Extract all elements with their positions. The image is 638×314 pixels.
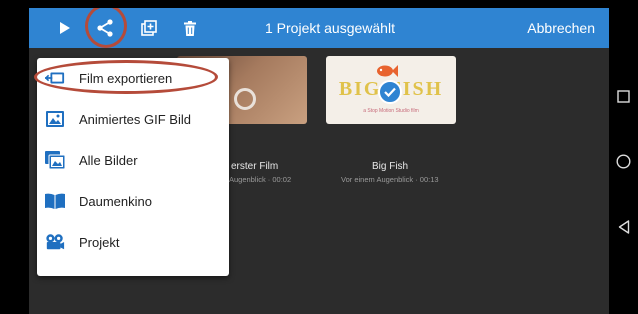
menu-item-film-export[interactable]: Film exportieren: [34, 58, 229, 98]
menu-item-animated-gif[interactable]: Animiertes GIF Bild: [37, 99, 229, 139]
selected-check-icon: [378, 80, 402, 104]
project-subtitle: Vor einem Augenblick · 00:13: [341, 175, 439, 184]
share-menu: Film exportieren Animiertes GIF Bild All…: [34, 58, 229, 276]
android-nav-bar: [609, 0, 638, 314]
selection-title: 1 Projekt ausgewählt: [265, 20, 395, 36]
top-action-bar: 1 Projekt ausgewählt Abbrechen: [29, 8, 609, 48]
thumb-caption: a Stop Motion Studio film: [363, 108, 419, 114]
back-icon[interactable]: [609, 215, 638, 239]
menu-item-label: Animiertes GIF Bild: [79, 111, 191, 127]
share-highlight-circle: [85, 8, 127, 48]
duplicate-icon[interactable]: [137, 8, 161, 48]
play-icon[interactable]: [53, 8, 77, 48]
project-subtitle: Augenblick · 00:02: [229, 175, 292, 184]
menu-item-flipbook[interactable]: Daumenkino: [37, 181, 229, 221]
menu-item-all-images[interactable]: Alle Bilder: [37, 140, 229, 180]
project-title: Big Fish: [372, 161, 409, 172]
trash-icon[interactable]: [178, 8, 202, 48]
recents-icon[interactable]: [609, 84, 638, 108]
menu-item-label: Projekt: [79, 234, 120, 250]
app-screen: 1 Projekt ausgewählt Abbrechen erster Fi…: [29, 8, 609, 314]
record-icon: [234, 88, 256, 110]
film-export-highlight-ellipse: [34, 60, 218, 94]
all-images-icon: [45, 150, 65, 170]
menu-item-label: Daumenkino: [79, 193, 152, 209]
project-camera-icon: [45, 232, 65, 252]
cancel-button[interactable]: Abbrechen: [527, 8, 595, 48]
project-thumbnail-big-fish[interactable]: BIG FISH a Stop Motion Studio film: [326, 56, 456, 124]
gif-image-icon: [45, 109, 65, 129]
flipbook-icon: [45, 191, 65, 211]
project-title: erster Film: [231, 161, 279, 172]
menu-item-project[interactable]: Projekt: [37, 222, 229, 262]
menu-item-label: Alle Bilder: [79, 152, 138, 168]
home-icon[interactable]: [609, 149, 638, 173]
